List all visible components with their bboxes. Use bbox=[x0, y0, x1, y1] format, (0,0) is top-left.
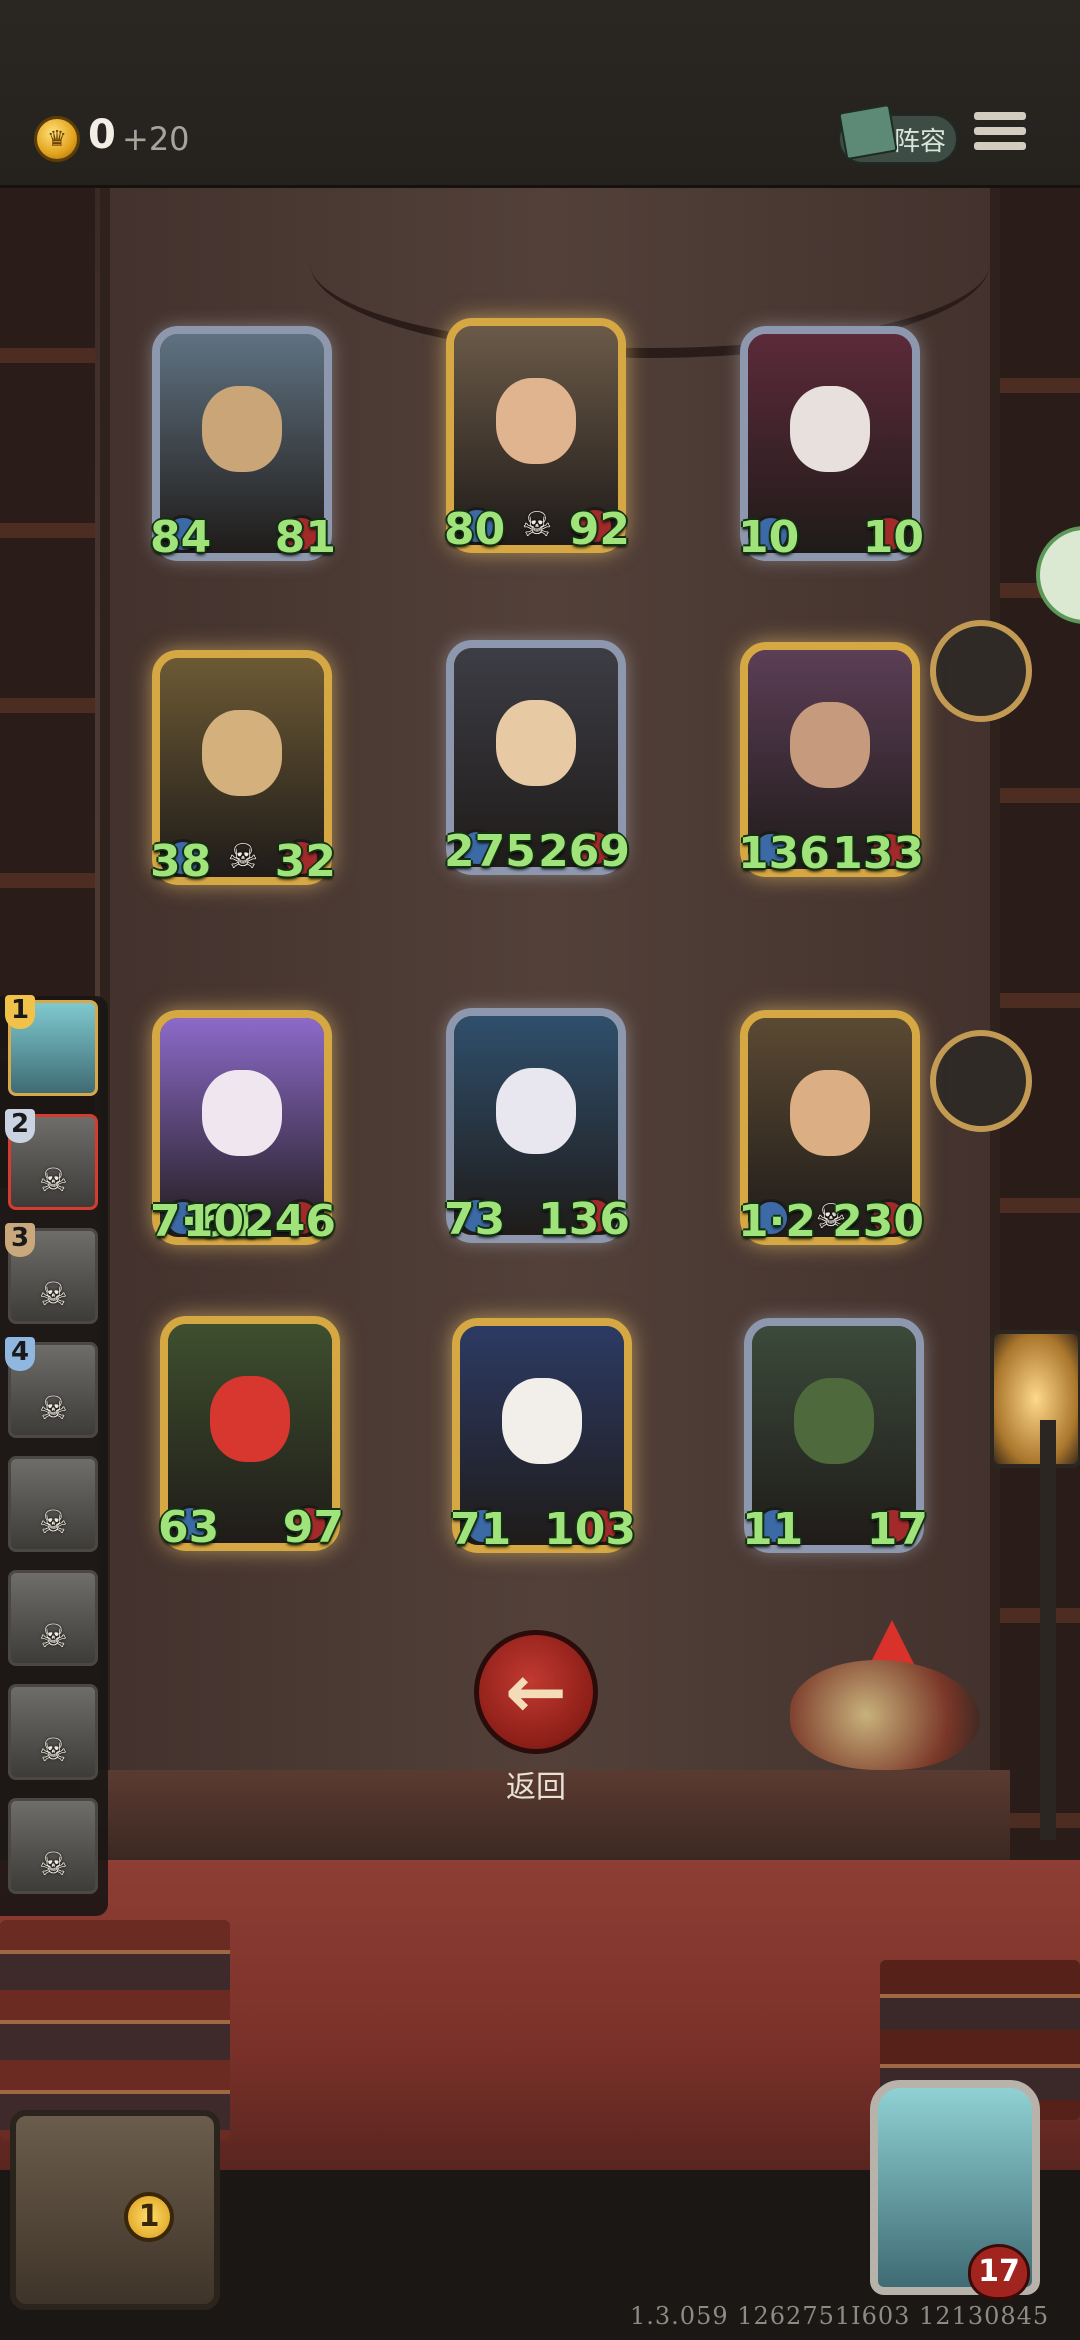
card-attack: 1·2 bbox=[738, 1196, 816, 1247]
minion-card-dark-lady[interactable]: 7·61 10246 bbox=[150, 1010, 336, 1247]
card-portrait bbox=[202, 1070, 282, 1156]
gold-coin-icon: ♛ bbox=[34, 116, 80, 162]
top-bar: ♛ 0 +20 阵容 bbox=[0, 0, 1080, 188]
hero-health-heart: 17 bbox=[968, 2244, 1030, 2300]
minion-card-red-devil[interactable]: 63 97 bbox=[158, 1316, 344, 1553]
minion-card-pinocchio[interactable]: ☠ 1·2 230 bbox=[738, 1010, 924, 1247]
skull-icon: ☠ bbox=[521, 505, 553, 545]
card-portrait bbox=[210, 1376, 290, 1462]
card-health: 81 bbox=[274, 512, 336, 563]
minion-card-knight[interactable]: 84 81 bbox=[150, 326, 336, 563]
roster-slot[interactable]: 1 bbox=[5, 995, 98, 1096]
rank-badge: 3 bbox=[5, 1223, 35, 1257]
card-attack: 275 bbox=[444, 826, 536, 877]
skull-icon: ☠ bbox=[227, 837, 259, 877]
book-pile-left bbox=[0, 1920, 230, 2140]
lantern-icon bbox=[990, 1330, 1080, 1468]
back-label: 返回 bbox=[506, 1770, 566, 1805]
rank-badge: 1 bbox=[5, 995, 35, 1029]
roster-slot[interactable]: ☠ bbox=[8, 1684, 98, 1780]
roster-slot[interactable]: 3 ☠ bbox=[5, 1223, 98, 1324]
roster-slot[interactable]: ☠ bbox=[8, 1798, 98, 1894]
card-attack: 71 bbox=[450, 1504, 512, 1555]
pocket-watch-icon[interactable] bbox=[930, 620, 1032, 722]
card-portrait bbox=[790, 1070, 870, 1156]
minion-card-goblin[interactable]: 11 17 bbox=[742, 1318, 928, 1555]
menu-icon bbox=[974, 112, 1026, 120]
arrow-left-icon: ← bbox=[504, 1649, 567, 1735]
back-button[interactable]: ← bbox=[474, 1630, 598, 1754]
card-attack: 10 bbox=[738, 512, 800, 563]
lineup-label: 阵容 bbox=[893, 126, 946, 157]
coin-bonus: +20 bbox=[122, 120, 190, 158]
lantern-post bbox=[1040, 1420, 1056, 1840]
card-attack: 80 bbox=[444, 504, 506, 555]
card-attack: 73 bbox=[444, 1194, 506, 1245]
card-health: 17 bbox=[866, 1504, 928, 1555]
card-health: 133 bbox=[832, 828, 924, 879]
minion-card-blacksmith[interactable]: ☠ 80 92 bbox=[444, 318, 630, 555]
card-health: 32 bbox=[274, 836, 336, 887]
skull-icon: ☠ bbox=[39, 1731, 68, 1769]
minion-card-clown[interactable]: 71 103 bbox=[450, 1318, 636, 1555]
skull-icon: ☠ bbox=[39, 1275, 68, 1313]
card-portrait bbox=[202, 710, 282, 796]
pocket-watch-garden-icon[interactable] bbox=[930, 1030, 1032, 1132]
roster-slot[interactable]: ☠ bbox=[8, 1456, 98, 1552]
minion-card-brute[interactable]: 136 133 bbox=[738, 642, 924, 879]
rank-badge: 4 bbox=[5, 1337, 35, 1371]
menu-icon-bar bbox=[974, 142, 1026, 150]
version-text: 1.3.059 1262751I603 12130845 bbox=[630, 2302, 1050, 2330]
skull-icon: ☠ bbox=[39, 1617, 68, 1655]
rank-badge: 2 bbox=[5, 1109, 35, 1143]
skull-icon: ☠ bbox=[39, 1161, 68, 1199]
roster-slot[interactable]: ☠ bbox=[8, 1570, 98, 1666]
card-portrait bbox=[794, 1378, 874, 1464]
card-attack: 84 bbox=[150, 512, 212, 563]
opponent-roster: 1 2 ☠ 3 ☠ 4 ☠ ☠ ☠ ☠ ☠ bbox=[0, 995, 108, 1916]
card-portrait bbox=[496, 1068, 576, 1154]
card-attack: 63 bbox=[158, 1502, 220, 1553]
card-portrait bbox=[496, 700, 576, 786]
treasure-chest-button[interactable] bbox=[10, 2110, 220, 2310]
minion-card-blue-imp[interactable]: 73 136 bbox=[444, 1008, 630, 1245]
menu-icon-bar bbox=[974, 127, 1026, 135]
skull-icon: ☠ bbox=[39, 1845, 68, 1883]
coin-count: 0 bbox=[88, 112, 116, 158]
card-health: 103 bbox=[544, 1504, 636, 1555]
card-portrait bbox=[790, 702, 870, 788]
book-icon bbox=[838, 103, 898, 161]
menu-button[interactable] bbox=[974, 112, 1026, 162]
card-portrait bbox=[790, 386, 870, 472]
card-attack: 136 bbox=[738, 828, 830, 879]
game-screen: ♛ 0 +20 阵容 84 81 ☠ 80 92 10 10 ☠ 38 32 275 269 136 13… bbox=[0, 0, 1080, 2340]
card-attack: 38 bbox=[150, 836, 212, 887]
card-health: 92 bbox=[568, 504, 630, 555]
card-health: 97 bbox=[282, 1502, 344, 1553]
card-portrait bbox=[502, 1378, 582, 1464]
minion-card-jester-puppet[interactable]: 10 10 bbox=[738, 326, 924, 563]
card-portrait bbox=[496, 378, 576, 464]
minion-card-valkyrie[interactable]: 275 269 bbox=[444, 640, 630, 877]
skull-icon: ☠ bbox=[39, 1389, 68, 1427]
card-health: 10 bbox=[862, 512, 924, 563]
chest-count-badge: 1 bbox=[124, 2192, 174, 2242]
minion-card-ogre-noble[interactable]: ☠ 38 32 bbox=[150, 650, 336, 887]
card-portrait bbox=[202, 386, 282, 472]
skull-icon: ☠ bbox=[39, 1503, 68, 1541]
card-health: 230 bbox=[832, 1196, 924, 1247]
card-health: 10246 bbox=[182, 1196, 336, 1247]
card-health: 136 bbox=[538, 1194, 630, 1245]
card-attack: 11 bbox=[742, 1504, 804, 1555]
roster-slot[interactable]: 4 ☠ bbox=[5, 1337, 98, 1438]
card-health: 269 bbox=[538, 826, 630, 877]
roster-slot[interactable]: 2 ☠ bbox=[5, 1109, 98, 1210]
